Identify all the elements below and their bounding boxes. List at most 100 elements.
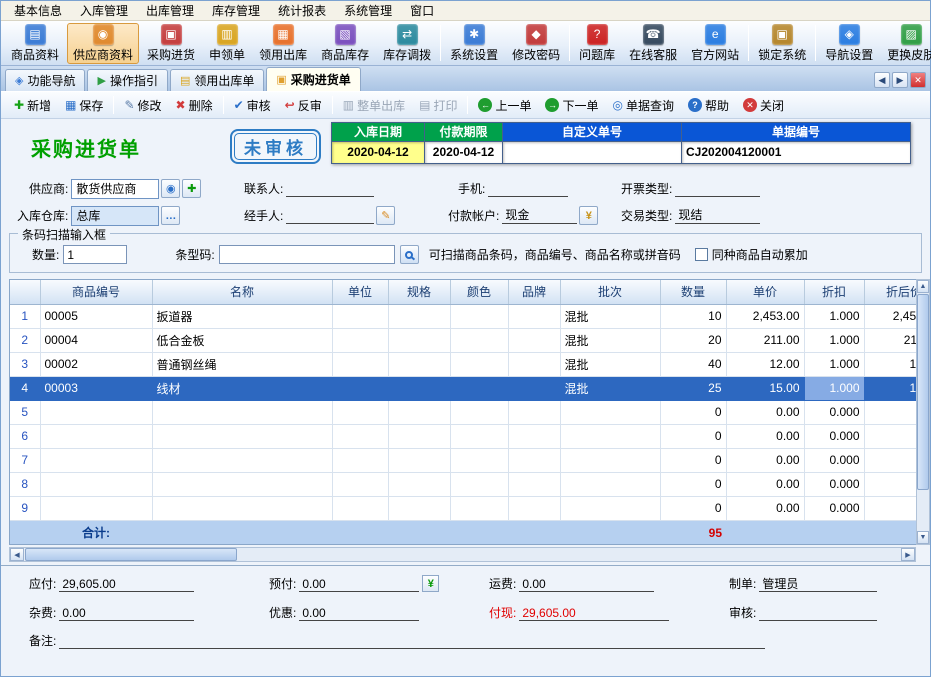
menu-item[interactable]: 系统管理	[335, 0, 401, 21]
unaudit-button[interactable]: ↩反审	[278, 94, 329, 117]
menu-item[interactable]: 统计报表	[269, 0, 335, 21]
column-header[interactable]: 规格	[388, 280, 450, 304]
horizontal-scroll-thumb[interactable]	[25, 548, 237, 561]
prepaid-value[interactable]: 0.00	[299, 576, 419, 592]
help-button[interactable]: ?帮助	[681, 94, 736, 117]
column-header[interactable]: 折扣	[804, 280, 864, 304]
in-date-value[interactable]: 2020-04-12	[332, 141, 424, 163]
barcode-input[interactable]	[219, 245, 395, 264]
horizontal-scroll-track[interactable]	[238, 548, 901, 561]
scroll-left-button[interactable]: ◀	[10, 548, 24, 561]
table-row[interactable]: 600.000.0000.00	[10, 424, 916, 448]
supplier-field[interactable]: 散货供应商	[71, 179, 159, 199]
contact-field[interactable]	[286, 180, 374, 197]
column-header[interactable]: 品牌	[508, 280, 560, 304]
goods-stock-button[interactable]: ▧商品库存	[315, 23, 375, 64]
menu-item[interactable]: 窗口	[401, 0, 443, 21]
handler-field[interactable]	[286, 207, 374, 224]
menu-item[interactable]: 出库管理	[137, 0, 203, 21]
payable-value[interactable]: 29,605.00	[59, 576, 194, 592]
menu-item[interactable]: 库存管理	[203, 0, 269, 21]
warehouse-browse-button[interactable]: …	[161, 206, 180, 225]
new-button[interactable]: ✚新增	[7, 94, 58, 117]
horizontal-scrollbar[interactable]: ◀ ▶	[9, 547, 916, 562]
column-header[interactable]: 批次	[560, 280, 660, 304]
next-button[interactable]: →下一单	[538, 94, 605, 117]
add-supplier-button[interactable]: ✚	[182, 179, 201, 198]
tab-function-nav[interactable]: ◈功能导航	[5, 69, 85, 91]
save-button[interactable]: ▦保存	[58, 94, 110, 117]
menu-item[interactable]: 入库管理	[71, 0, 137, 21]
mobile-field[interactable]	[488, 180, 568, 197]
column-header[interactable]	[10, 280, 40, 304]
trade-type-field[interactable]: 现结	[675, 207, 760, 224]
tab-purchase-in-form[interactable]: ▣采购进货单	[266, 67, 360, 91]
online-service-button[interactable]: ☎在线客服	[623, 23, 683, 64]
column-header[interactable]: 单位	[332, 280, 388, 304]
pay-deadline-value[interactable]: 2020-04-12	[425, 141, 502, 163]
table-row[interactable]: 500.000.0000.00	[10, 400, 916, 424]
lock-system-button[interactable]: ▣锁定系统	[752, 23, 812, 64]
vertical-scrollbar[interactable]: ▲ ▼	[916, 279, 930, 545]
remark-value[interactable]	[59, 633, 765, 649]
tab-issue-out-form[interactable]: ▤领用出库单	[170, 69, 264, 91]
tab-operation-guide[interactable]: ▶操作指引	[87, 69, 167, 91]
barcode-search-button[interactable]	[400, 245, 419, 264]
freight-value[interactable]: 0.00	[519, 576, 654, 592]
table-row[interactable]: 300002普通钢丝绳混批4012.001.00012.00	[10, 352, 916, 376]
table-row[interactable]: 400003线材混批2515.001.00015.00	[10, 376, 916, 400]
supplier-lookup-button[interactable]: ◉	[161, 179, 180, 198]
vertical-scroll-thumb[interactable]	[917, 294, 929, 490]
request-form-button[interactable]: ▥申领单	[203, 23, 251, 64]
query-button[interactable]: ◎单据查询	[606, 94, 682, 117]
table-row[interactable]: 700.000.0000.00	[10, 448, 916, 472]
custom-no-value[interactable]	[503, 141, 681, 163]
column-header[interactable]: 名称	[152, 280, 332, 304]
scroll-down-button[interactable]: ▼	[917, 531, 929, 544]
column-header[interactable]: 颜色	[450, 280, 508, 304]
stock-transfer-button[interactable]: ⇄库存调拨	[377, 23, 437, 64]
modify-button[interactable]: ✎修改	[117, 94, 168, 117]
purchase-in-button[interactable]: ▣采购进货	[141, 23, 201, 64]
scroll-up-button[interactable]: ▲	[917, 280, 929, 293]
menu-item[interactable]: 基本信息	[5, 0, 71, 21]
table-row[interactable]: 800.000.0000.00	[10, 472, 916, 496]
question-bank-button[interactable]: ?问题库	[573, 23, 621, 64]
tab-close-button[interactable]: ✕	[910, 72, 926, 88]
prev-button[interactable]: ←上一单	[471, 94, 538, 117]
column-header[interactable]: 单价	[726, 280, 804, 304]
prepaid-pick-button[interactable]: ¥	[422, 575, 439, 592]
column-header[interactable]: 折后价	[864, 280, 916, 304]
invoice-type-field[interactable]	[675, 180, 760, 197]
change-skin-button[interactable]: ▨更换皮肤	[881, 23, 931, 64]
tab-scroll-right-button[interactable]: ▶	[892, 72, 908, 88]
whole-out-button[interactable]: ▥整单出库	[336, 94, 412, 117]
close-button[interactable]: ✕关闭	[736, 94, 791, 117]
qty-input[interactable]	[63, 245, 127, 264]
doc-no-value[interactable]: CJ202004120001	[682, 141, 910, 163]
pay-account-dropdown-button[interactable]: ¥	[579, 206, 598, 225]
discount-value[interactable]: 0.00	[299, 605, 419, 621]
audit-button[interactable]: ✔审核	[227, 94, 278, 117]
goods-info-button[interactable]: ▤商品资料	[5, 23, 65, 64]
column-header[interactable]: 数量	[660, 280, 726, 304]
column-header[interactable]: 商品编号	[40, 280, 152, 304]
issue-out-button[interactable]: ▦领用出库	[253, 23, 313, 64]
nav-settings-button[interactable]: ◈导航设置	[819, 23, 879, 64]
print-button[interactable]: ▤打印	[412, 94, 464, 117]
warehouse-field[interactable]: 总库	[71, 206, 159, 226]
handler-pick-button[interactable]: ✎	[376, 206, 395, 225]
misc-fee-value[interactable]: 0.00	[59, 605, 194, 621]
supplier-info-button[interactable]: ◉供应商资料	[67, 23, 139, 64]
table-row[interactable]: 900.000.0000.00	[10, 496, 916, 520]
vertical-scroll-track[interactable]	[917, 491, 929, 531]
tab-scroll-left-button[interactable]: ◀	[874, 72, 890, 88]
system-settings-button[interactable]: ✱系统设置	[444, 23, 504, 64]
change-password-button[interactable]: ◆修改密码	[506, 23, 566, 64]
table-row[interactable]: 100005扳道器混批102,453.001.0002,453.00	[10, 304, 916, 328]
delete-button[interactable]: ✖删除	[169, 94, 220, 117]
scroll-right-button[interactable]: ▶	[901, 548, 915, 561]
table-row[interactable]: 200004低合金板混批20211.001.000211.00	[10, 328, 916, 352]
official-site-button[interactable]: e官方网站	[685, 23, 745, 64]
pay-account-field[interactable]: 现金	[502, 207, 577, 224]
